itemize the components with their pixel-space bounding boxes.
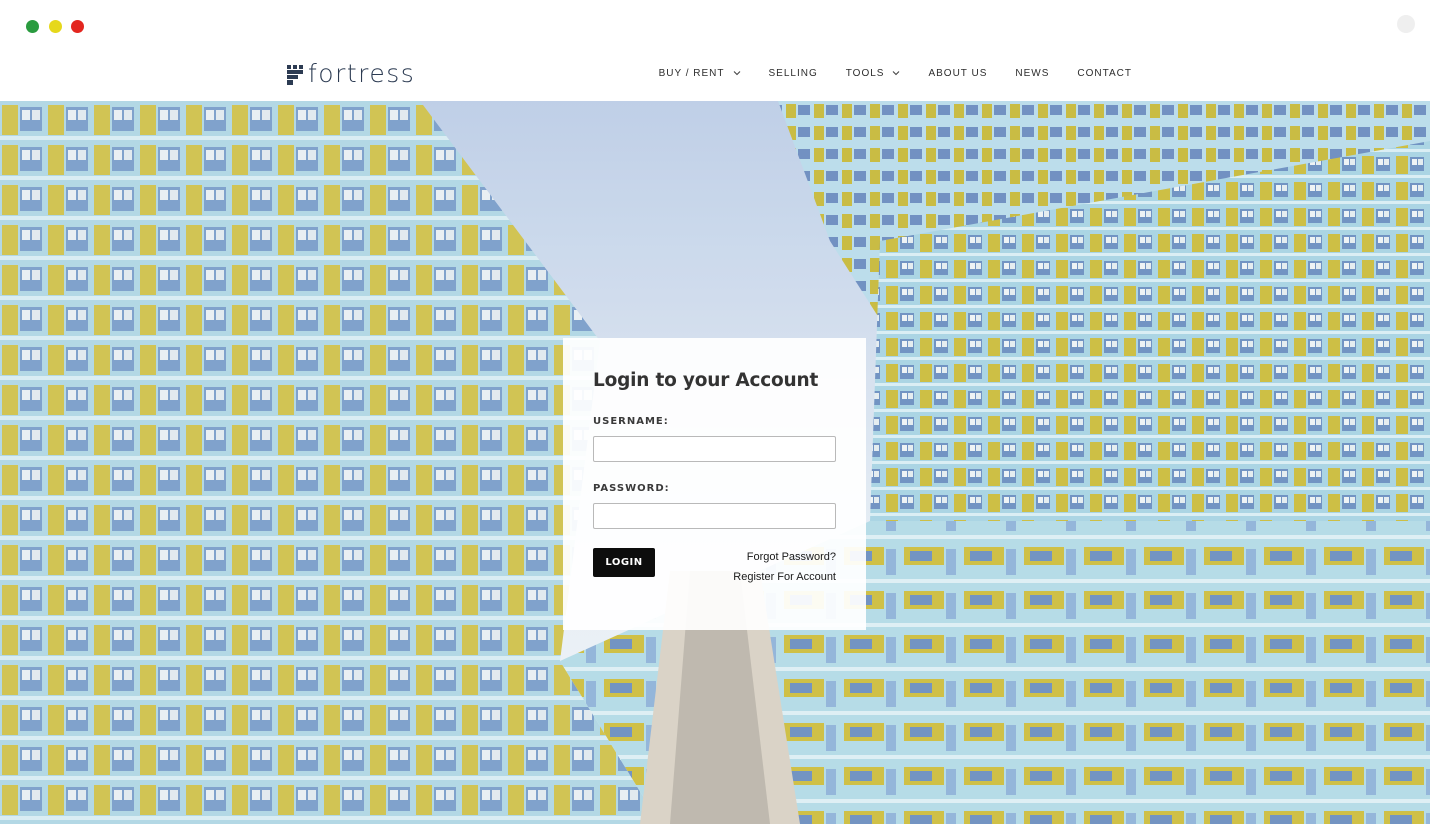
site-logo[interactable]: fortress [287,61,415,87]
nav-item-news[interactable]: NEWS [1015,68,1049,79]
nav-item-buy-rent[interactable]: BUY / RENT [659,68,741,79]
nav-item-label: ABOUT US [928,67,988,79]
account-links: Forgot Password? Register For Account [733,550,836,590]
window-menu-icon[interactable] [1397,15,1415,33]
nav-item-contact[interactable]: CONTACT [1077,68,1132,79]
window-titlebar [0,0,1430,52]
login-button[interactable]: LOGIN [593,548,655,577]
nav-item-label: TOOLS [845,67,885,79]
login-actions: LOGIN Forgot Password? Register For Acco… [593,548,836,588]
password-input[interactable] [593,503,836,529]
logo-wordmark: fortress [308,59,416,88]
main-nav: BUY / RENT SELLING TOOLS ABOUT US NEWS C… [659,52,1132,94]
chevron-down-icon [733,71,740,76]
nav-item-about-us[interactable]: ABOUT US [928,68,987,79]
nav-item-label: BUY / RENT [658,67,725,79]
username-label: USERNAME: [593,416,669,427]
window-close-button[interactable] [71,20,84,33]
login-title: Login to your Account [593,370,819,391]
register-account-link[interactable]: Register For Account [733,570,836,584]
browser-window: fortress BUY / RENT SELLING TOOLS ABOUT … [0,0,1430,824]
username-input[interactable] [593,436,836,462]
site-header: fortress BUY / RENT SELLING TOOLS ABOUT … [0,52,1430,101]
window-minimize-button[interactable] [49,20,62,33]
forgot-password-link[interactable]: Forgot Password? [733,550,836,564]
window-zoom-button[interactable] [26,20,39,33]
nav-item-selling[interactable]: SELLING [769,68,818,79]
castle-logo-icon [287,65,303,85]
nav-item-label: SELLING [768,67,818,79]
login-card: Login to your Account USERNAME: PASSWORD… [563,338,866,630]
nav-item-label: NEWS [1015,67,1050,79]
nav-item-tools[interactable]: TOOLS [846,68,901,79]
nav-item-label: CONTACT [1077,67,1132,79]
chevron-down-icon [893,71,900,76]
password-label: PASSWORD: [593,483,670,494]
